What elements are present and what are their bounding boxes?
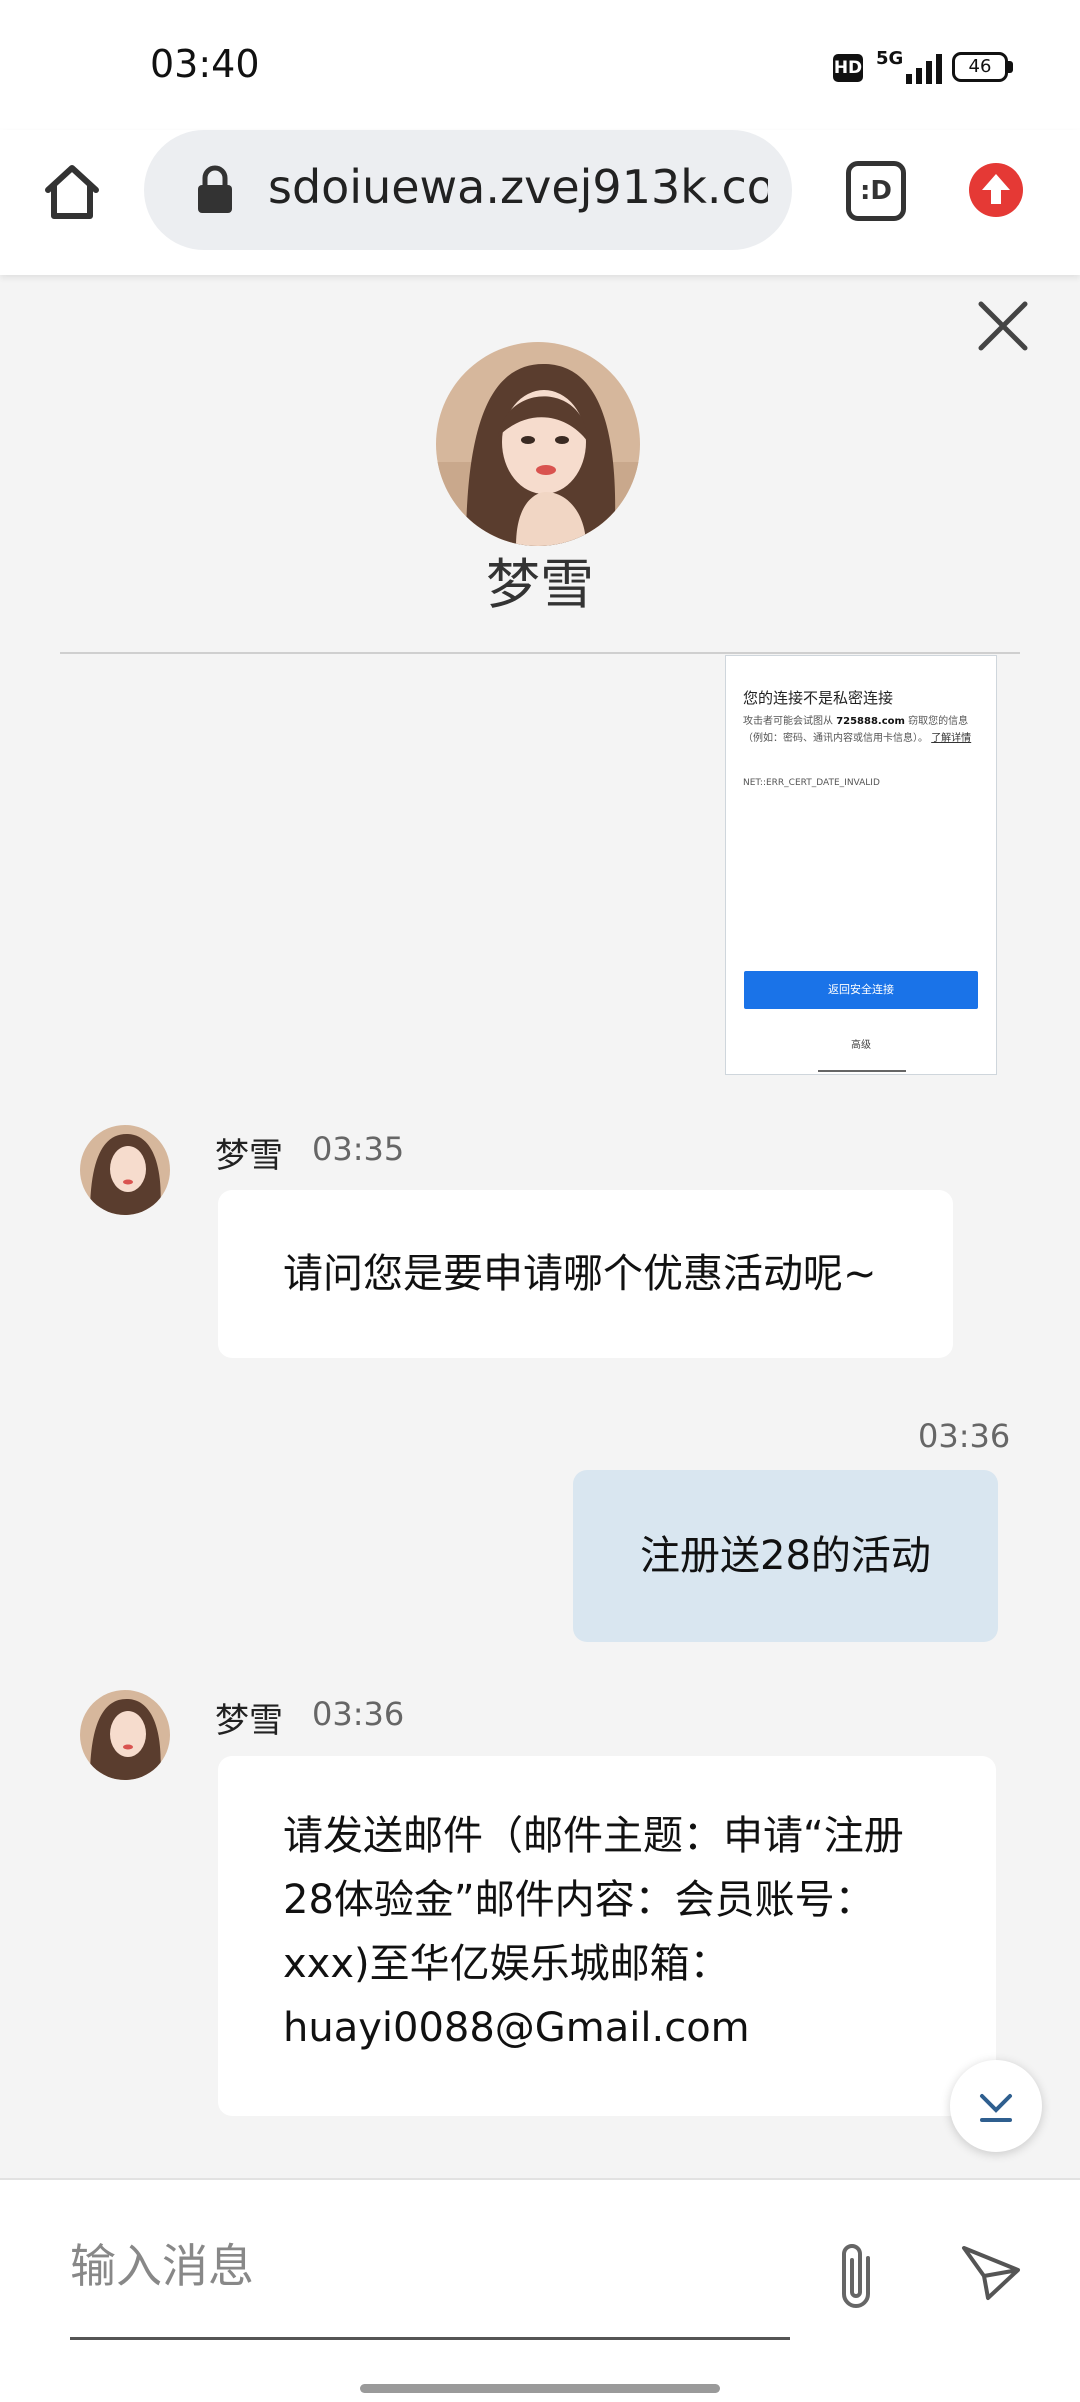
message-sender: 梦雪 [215, 1136, 283, 1176]
agent-name-title: 梦雪 [486, 553, 594, 616]
network-label: 5G [876, 48, 904, 69]
message-text-line: 请发送邮件（邮件主题：申请“注册 [283, 1813, 904, 1859]
status-time: 03:40 [150, 42, 260, 86]
lock-icon [198, 165, 232, 213]
screenshot-line [818, 1070, 906, 1072]
header-divider [60, 652, 1020, 654]
hd-badge: HD [833, 54, 863, 82]
gesture-bar [360, 2384, 720, 2393]
message-time: 03:36 [918, 1417, 1011, 1455]
message-time: 03:36 [312, 1695, 405, 1733]
screenshot-error-code: NET::ERR_CERT_DATE_INVALID [743, 778, 880, 788]
upload-extension-icon[interactable] [968, 162, 1024, 218]
screenshot-back-button: 返回安全连接 [744, 971, 978, 1009]
tab-switcher-button[interactable]: :D [846, 161, 906, 221]
signal-icon [906, 54, 942, 84]
message-sender: 梦雪 [215, 1701, 283, 1741]
message-text-line: 28体验金”邮件内容：会员账号： [283, 1877, 875, 1923]
home-icon[interactable] [40, 160, 104, 224]
screenshot-advanced: 高级 [851, 1040, 871, 1051]
paperclip-icon[interactable] [828, 2240, 888, 2316]
message-time: 03:35 [312, 1130, 405, 1168]
avatar [80, 1690, 170, 1780]
outgoing-message-text: 注册送28的活动 [640, 1533, 931, 1579]
send-icon[interactable] [958, 2240, 1024, 2306]
message-input-placeholder: 输入消息 [70, 2239, 254, 2293]
screenshot-title: 您的连接不是私密连接 [743, 689, 894, 707]
agent-avatar-large [436, 342, 640, 546]
message-text-line: xxx)至华亿娱乐城邮箱： [283, 1941, 730, 1987]
url-text[interactable]: sdoiuewa.zvej913k.com [268, 160, 768, 214]
avatar [80, 1125, 170, 1215]
screenshot-body: 攻击者可能会试图从 725888.com 窃取您的信息（例如：密码、通讯内容或信… [743, 716, 972, 744]
battery-cap [1008, 61, 1013, 73]
battery-icon: 46 [952, 52, 1008, 82]
close-icon[interactable] [975, 298, 1031, 354]
message-text: 请问您是要申请哪个优惠活动呢~ [283, 1251, 877, 1297]
message-input[interactable]: 输入消息 [70, 2230, 790, 2340]
chevron-down-icon [980, 2094, 1012, 2122]
message-text-line[interactable]: huayi0088@Gmail.com [283, 1996, 750, 2060]
